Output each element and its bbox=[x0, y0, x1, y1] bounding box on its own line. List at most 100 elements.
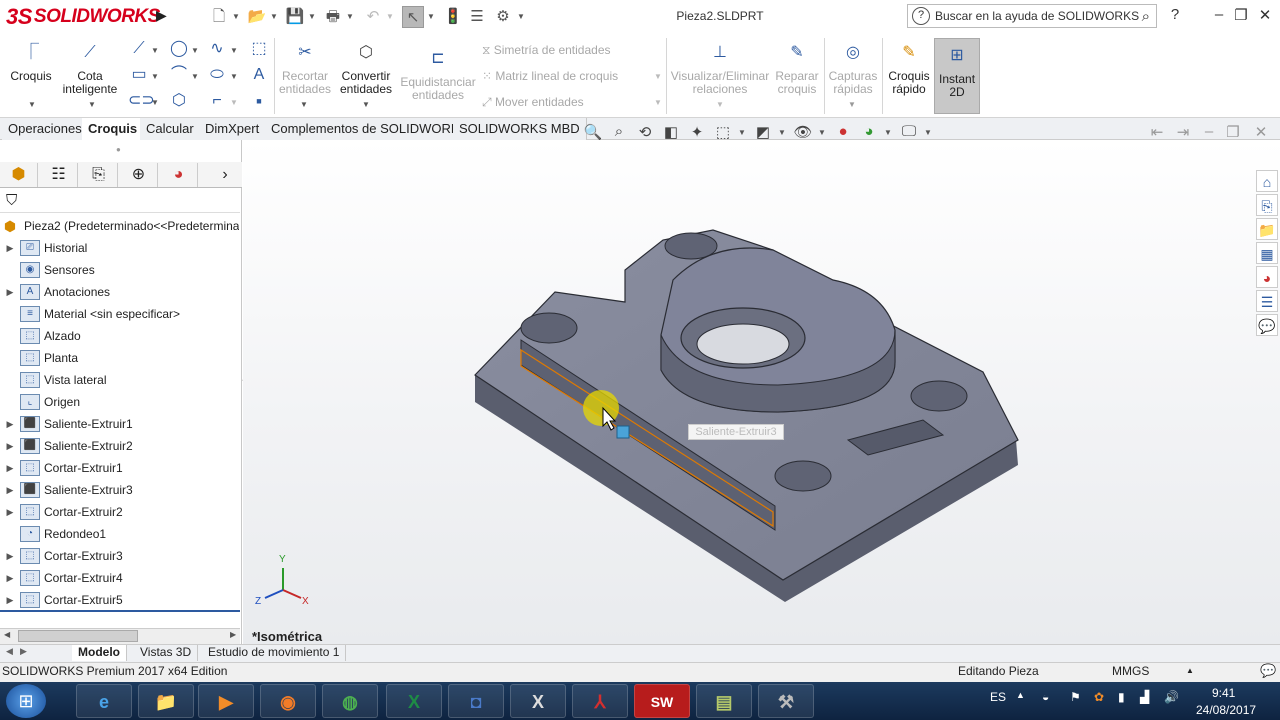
save-icon[interactable]: 💾 bbox=[284, 6, 306, 28]
viewport-restore-icon[interactable]: ❐ bbox=[1222, 123, 1244, 141]
clock-time[interactable]: 9:41 bbox=[1212, 686, 1235, 700]
restore-button[interactable]: ❐ bbox=[1230, 6, 1252, 26]
chevron-down-icon[interactable]: ▼ bbox=[848, 100, 856, 109]
chevron-down-icon[interactable]: ▼ bbox=[818, 128, 826, 137]
home-icon[interactable]: ⌂ bbox=[1256, 170, 1278, 192]
dimxpert-manager-tab-icon[interactable]: ⊕ bbox=[120, 163, 158, 187]
firefox-icon[interactable]: ◉ bbox=[260, 684, 316, 718]
rebuild-icon[interactable]: 🚦 bbox=[442, 6, 464, 28]
linear-pattern-button[interactable]: ⁙ Matriz lineal de croquis bbox=[482, 69, 618, 83]
tab-dimxpert[interactable]: DimXpert bbox=[199, 118, 267, 140]
bore-bottom[interactable] bbox=[696, 323, 790, 365]
undo-icon[interactable]: ↶ bbox=[362, 6, 384, 28]
scroll-right-icon[interactable]: ▶ bbox=[230, 630, 236, 639]
tab-operaciones[interactable]: Operaciones bbox=[2, 118, 89, 140]
tree-item[interactable]: ◉ Sensores bbox=[0, 259, 240, 281]
viewport-close-icon[interactable]: ✕ bbox=[1250, 123, 1272, 141]
viewport-next-icon[interactable]: ⇥ bbox=[1172, 123, 1194, 141]
custom-properties-icon[interactable]: ☰ bbox=[1256, 290, 1278, 312]
tree-item[interactable]: ▶ ⬚ Cortar-Extruir4 bbox=[0, 567, 240, 589]
chevron-down-icon[interactable]: ▼ bbox=[308, 12, 316, 21]
mounting-hole[interactable] bbox=[664, 232, 718, 260]
tab-estudio-movimiento[interactable]: Estudio de movimiento 1 bbox=[202, 645, 347, 661]
chevron-down-icon[interactable]: ▼ bbox=[362, 100, 370, 109]
tab-modelo[interactable]: Modelo bbox=[72, 645, 127, 661]
expand-arrow-icon[interactable]: ▶ bbox=[0, 237, 20, 259]
convert-entities-button[interactable]: ⬡ Convertir entidades bbox=[336, 44, 396, 96]
menu-expand-arrow-icon[interactable]: ▶ bbox=[156, 7, 172, 27]
tree-root[interactable]: ⬢ Pieza2 (Predeterminado<<Predetermina bbox=[0, 215, 240, 237]
chevron-down-icon[interactable]: ▼ bbox=[230, 72, 238, 81]
display-style-icon[interactable]: ◩ bbox=[752, 123, 774, 141]
help-button[interactable]: ? bbox=[1164, 6, 1186, 26]
repair-sketch-button[interactable]: ✎ Reparar croquis bbox=[772, 44, 822, 96]
display-relations-button[interactable]: ⊥ Visualizar/Eliminar relaciones bbox=[670, 44, 770, 96]
rapid-sketch-button[interactable]: ✎ Croquis rápido bbox=[884, 44, 934, 96]
line-icon[interactable]: ⟋ bbox=[128, 40, 150, 58]
offset-entities-button[interactable]: ⊏ Equidistanciar entidades bbox=[398, 50, 478, 102]
options-gear-icon[interactable]: ⚙ bbox=[492, 6, 514, 28]
notes-icon[interactable]: ▤ bbox=[696, 684, 752, 718]
chevron-down-icon[interactable]: ▼ bbox=[151, 72, 159, 81]
chevron-down-icon[interactable]: ▼ bbox=[427, 12, 435, 21]
search-icon[interactable]: ⌕ bbox=[1142, 8, 1150, 25]
tree-item[interactable]: ▶ ⬛ Saliente-Extruir3 bbox=[0, 479, 240, 501]
chevron-down-icon[interactable]: ▼ bbox=[346, 12, 354, 21]
mounting-hole[interactable] bbox=[910, 380, 968, 412]
point-icon[interactable]: ■ bbox=[248, 92, 270, 110]
edit-appearance-icon[interactable]: ● bbox=[832, 123, 854, 141]
panel-splitter-handle-icon[interactable]: ● bbox=[116, 145, 121, 154]
chevron-up-icon[interactable]: ▲ bbox=[1186, 666, 1194, 675]
expand-arrow-icon[interactable]: ▶ bbox=[0, 457, 20, 479]
mounting-hole[interactable] bbox=[774, 460, 832, 492]
quick-snaps-button[interactable]: ◎ Capturas rápidas bbox=[826, 44, 880, 96]
chevron-down-icon[interactable]: ▼ bbox=[191, 46, 199, 55]
chevron-down-icon[interactable]: ▼ bbox=[88, 100, 96, 109]
chevron-down-icon[interactable]: ▼ bbox=[654, 98, 662, 107]
tab-croquis[interactable]: Croquis bbox=[82, 118, 145, 140]
chevron-down-icon[interactable]: ▼ bbox=[517, 12, 525, 21]
chrome-icon[interactable]: ◍ bbox=[322, 684, 378, 718]
croquis-button[interactable]: ⎾ Croquis bbox=[6, 44, 56, 83]
part-model[interactable]: Y X Z bbox=[243, 140, 1280, 644]
chevron-down-icon[interactable]: ▼ bbox=[191, 72, 199, 81]
clock-date[interactable]: 24/08/2017 bbox=[1196, 703, 1256, 717]
construction-geometry-icon[interactable]: ⬚ bbox=[248, 40, 270, 58]
chevron-down-icon[interactable]: ▼ bbox=[151, 46, 159, 55]
configuration-manager-tab-icon[interactable]: ⎘ bbox=[80, 163, 118, 187]
apply-scene-icon[interactable]: ◕ bbox=[858, 123, 880, 141]
tree-item[interactable]: ⬚ Vista lateral bbox=[0, 369, 240, 391]
scroll-left-icon[interactable]: ◀ bbox=[4, 630, 10, 639]
instant-2d-button[interactable]: ⊞ Instant 2D bbox=[934, 38, 980, 114]
more-tabs-chevron-icon[interactable]: › bbox=[210, 163, 240, 187]
property-manager-tab-icon[interactable]: ☷ bbox=[40, 163, 78, 187]
media-player-icon[interactable]: ▶ bbox=[198, 684, 254, 718]
internet-explorer-icon[interactable]: e bbox=[76, 684, 132, 718]
acrobat-icon[interactable]: ⅄ bbox=[572, 684, 628, 718]
filter-icon[interactable]: ⛉ bbox=[6, 192, 17, 209]
tree-item[interactable]: ▶ ⬚ Cortar-Extruir5 bbox=[0, 589, 240, 611]
chevron-down-icon[interactable]: ▼ bbox=[151, 98, 159, 107]
rollback-bar[interactable] bbox=[0, 610, 240, 612]
expand-arrow-icon[interactable]: ▶ bbox=[0, 589, 20, 611]
tree-item[interactable]: ▶ ⬚ Cortar-Extruir1 bbox=[0, 457, 240, 479]
language-indicator[interactable]: ES bbox=[990, 690, 1006, 704]
select-arrow-icon[interactable]: ↖ bbox=[402, 6, 424, 28]
chevron-down-icon[interactable]: ▼ bbox=[232, 12, 240, 21]
chevron-down-icon[interactable]: ▼ bbox=[270, 12, 278, 21]
xming-icon[interactable]: X bbox=[510, 684, 566, 718]
previous-view-icon[interactable]: ⟲ bbox=[634, 123, 656, 141]
chevron-down-icon[interactable]: ▼ bbox=[230, 98, 238, 107]
fillet-sketch-icon[interactable]: ⌐ bbox=[206, 92, 228, 110]
circle-icon[interactable]: ◯ bbox=[168, 40, 190, 58]
tree-item[interactable]: ▶ ⬛ Saliente-Extruir2 bbox=[0, 435, 240, 457]
display-manager-tab-icon[interactable]: ◕ bbox=[160, 163, 198, 187]
chevron-down-icon[interactable]: ▼ bbox=[28, 100, 36, 109]
section-view-icon[interactable]: ◧ bbox=[660, 123, 682, 141]
print-icon[interactable]: 🖶 bbox=[322, 6, 344, 28]
tab-mbd[interactable]: SOLIDWORKS MBD bbox=[453, 118, 587, 140]
tab-scroll-right-icon[interactable]: ▶ bbox=[20, 646, 27, 657]
minimize-button[interactable]: – bbox=[1208, 6, 1230, 26]
help-search-field[interactable]: ? Buscar en la ayuda de SOLIDWORKS ⌕ bbox=[907, 4, 1157, 28]
tool-app-icon[interactable]: ⚒ bbox=[758, 684, 814, 718]
